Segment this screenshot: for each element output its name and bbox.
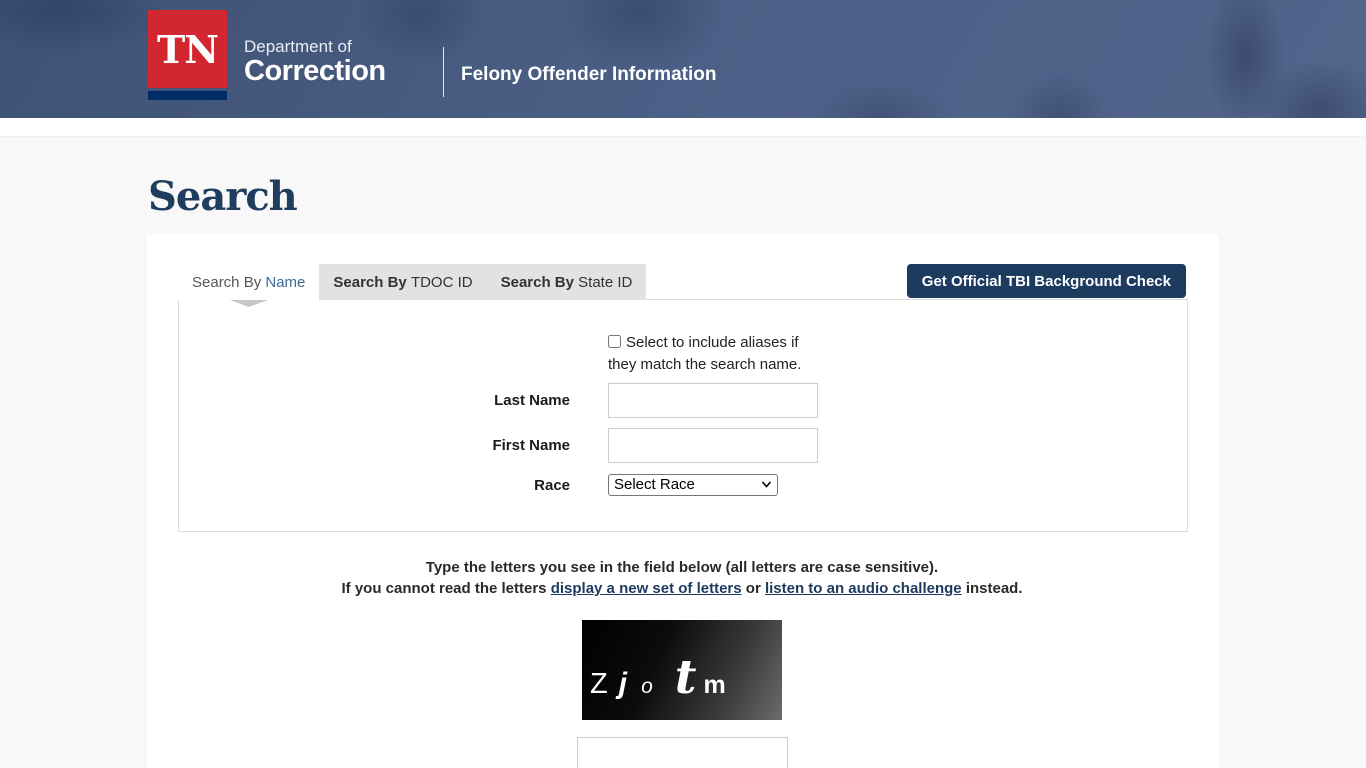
- search-tabs: Search By Name Search By TDOC ID Search …: [178, 264, 1186, 300]
- header-divider: [443, 47, 444, 97]
- alias-checkbox-text: Select to include aliases if they match …: [608, 334, 801, 373]
- tab-name-prefix: Search By: [192, 274, 265, 291]
- tn-logo-navy-bar: [148, 91, 227, 100]
- first-name-input[interactable]: [608, 428, 818, 463]
- race-select[interactable]: Select Race: [608, 474, 778, 496]
- tn-state-logo: TN: [148, 10, 227, 100]
- captcha-letter: o: [641, 676, 653, 697]
- correction-text: Correction: [244, 56, 386, 86]
- tab-search-by-name[interactable]: Search By Name: [178, 264, 319, 300]
- tdoc-logo[interactable]: TN Department of Correction: [148, 10, 386, 100]
- tab-tdoc-suffix: TDOC ID: [411, 274, 473, 291]
- tn-logo-red-square: TN: [148, 10, 227, 88]
- race-row: Race Select Race: [179, 474, 1187, 496]
- captcha-line2-prefix: If you cannot read the letters: [341, 580, 546, 597]
- tab-state-suffix: State ID: [578, 274, 632, 291]
- captcha-image: Z j o t m: [582, 620, 782, 720]
- tab-search-by-state-id[interactable]: Search By State ID: [487, 264, 647, 300]
- new-letters-link[interactable]: display a new set of letters: [551, 580, 742, 597]
- tab-state-prefix: Search By: [501, 274, 579, 291]
- tn-logo-letters: TN: [157, 27, 218, 72]
- audio-challenge-link[interactable]: listen to an audio challenge: [765, 580, 962, 597]
- tab-name-suffix: Name: [265, 274, 305, 291]
- site-header: TN Department of Correction Felony Offen…: [0, 0, 1366, 118]
- race-label: Race: [179, 477, 570, 494]
- department-wordmark: Department of Correction: [244, 10, 386, 86]
- captcha-line2-or: or: [746, 580, 761, 597]
- captcha-instruction-line1: Type the letters you see in the field be…: [178, 557, 1186, 578]
- department-of-text: Department of: [244, 37, 386, 56]
- last-name-label: Last Name: [179, 392, 570, 409]
- captcha-answer-input[interactable]: [577, 737, 788, 768]
- first-name-label: First Name: [179, 437, 570, 454]
- search-by-name-panel: Select to include aliases if they match …: [178, 299, 1188, 532]
- captcha-instructions: Type the letters you see in the field be…: [178, 557, 1186, 599]
- last-name-input[interactable]: [608, 383, 818, 418]
- alias-checkbox-label: Select to include aliases if they match …: [608, 334, 801, 373]
- captcha-letter: j: [619, 669, 627, 699]
- captcha-letter: Z: [590, 670, 608, 699]
- tab-tdoc-prefix: Search By: [333, 274, 411, 291]
- captcha-letter: t: [675, 654, 697, 701]
- captcha-line2-suffix: instead.: [966, 580, 1023, 597]
- page-title: Search: [148, 170, 1366, 224]
- last-name-row: Last Name: [179, 383, 1187, 418]
- alias-checkbox-row: Select to include aliases if they match …: [608, 332, 808, 376]
- captcha-letter: m: [703, 673, 725, 698]
- captcha-instruction-line2: If you cannot read the letters display a…: [178, 578, 1186, 599]
- search-card: Get Official TBI Background Check Search…: [147, 234, 1219, 768]
- app-title: Felony Offender Information: [461, 64, 716, 86]
- tab-search-by-tdoc-id[interactable]: Search By TDOC ID: [319, 264, 486, 300]
- include-aliases-checkbox[interactable]: [608, 335, 621, 348]
- active-tab-caret-icon: [230, 300, 268, 307]
- first-name-row: First Name: [179, 428, 1187, 463]
- header-bottom-strip: [0, 118, 1366, 137]
